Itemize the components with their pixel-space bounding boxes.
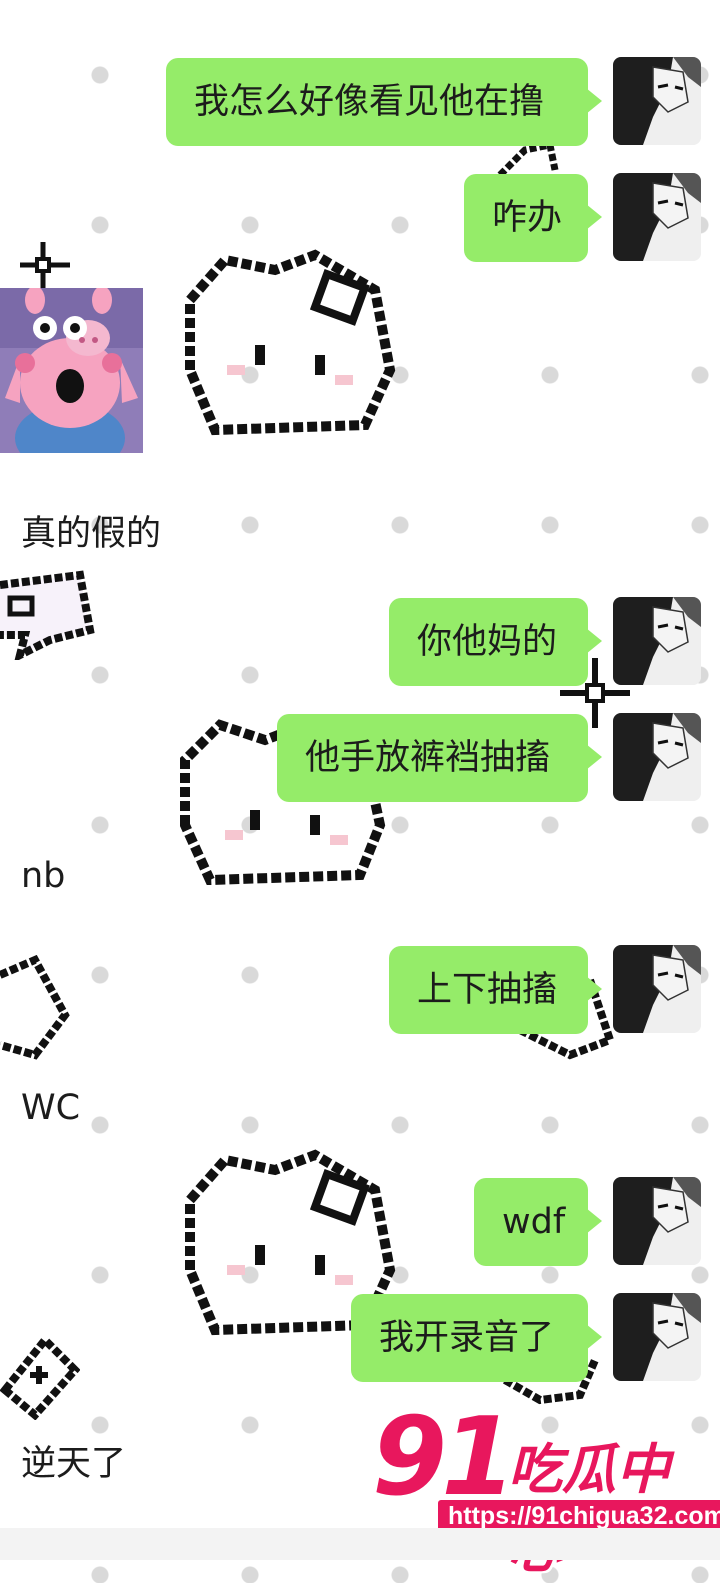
anime-girl-avatar-icon [613, 713, 701, 801]
anime-girl-avatar-icon [613, 945, 701, 1033]
received-message[interactable]: 真的假的 [21, 505, 161, 556]
sent-message-bubble[interactable]: wdf [474, 1178, 602, 1266]
shocked-pig-icon [0, 288, 143, 453]
user-avatar[interactable] [613, 57, 701, 145]
sent-message-bubble[interactable]: 你他妈的 [389, 598, 602, 686]
user-avatar[interactable] [613, 1293, 701, 1381]
peppa-pig-sticker[interactable] [0, 288, 143, 453]
anime-girl-avatar-icon [613, 173, 701, 261]
sent-message-bubble[interactable]: 上下抽搐 [389, 946, 602, 1034]
anime-girl-avatar-icon [613, 1177, 701, 1265]
cropped-previous-message [20, 0, 240, 4]
user-avatar[interactable] [613, 945, 701, 1033]
pixel-bow-decoration [0, 955, 70, 1060]
sent-message-bubble[interactable]: 咋办 [464, 174, 602, 262]
received-message[interactable]: WC [21, 1088, 80, 1128]
sent-message-bubble[interactable]: 我开录音了 [351, 1294, 602, 1382]
user-avatar[interactable] [613, 713, 701, 801]
sparkle-icon [20, 242, 70, 288]
user-avatar[interactable] [613, 173, 701, 261]
bottom-bar [0, 1528, 720, 1560]
pixel-bandage-decoration [0, 1334, 80, 1420]
hello-kitty-pixel-decoration [185, 249, 396, 436]
pixel-speech-bubble-decoration [0, 570, 95, 660]
user-avatar[interactable] [613, 1177, 701, 1265]
site-watermark: 91 吃瓜中心 https://91chigua32.com [370, 1395, 720, 1580]
received-message[interactable]: 逆天了 [21, 1435, 126, 1486]
received-message[interactable]: nb [21, 856, 65, 896]
anime-girl-avatar-icon [613, 57, 701, 145]
sent-message-bubble[interactable]: 我怎么好像看见他在撸 [166, 58, 602, 146]
user-avatar[interactable] [613, 597, 701, 685]
anime-girl-avatar-icon [613, 597, 701, 685]
anime-girl-avatar-icon [613, 1293, 701, 1381]
sent-message-bubble[interactable]: 他手放裤裆抽搐 [277, 714, 602, 802]
